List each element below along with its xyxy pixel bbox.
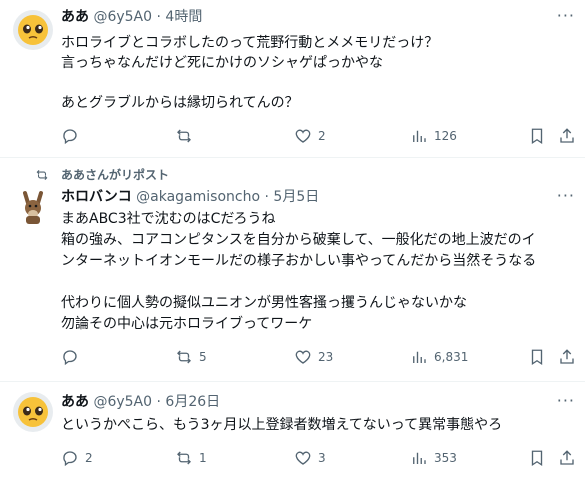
repost-icon [177, 129, 191, 143]
post-text-line: というかぺこら、もう3ヶ月以上登録者数増えてないって異常事態やろ [61, 417, 503, 433]
reply-icon [63, 129, 77, 145]
like-icon [295, 350, 311, 364]
donkey-avatar [13, 187, 53, 227]
more-icon[interactable]: ··· [557, 186, 575, 205]
post-text-line: まあABC3社で沈むのはCだろうね [61, 211, 276, 227]
views-button[interactable]: 6,831 [410, 348, 468, 366]
post-text-line: 言っちゃなんだけど死にかけのソシャゲぱっかやな [61, 55, 383, 71]
repost-icon [177, 350, 191, 364]
share-icon [560, 128, 574, 143]
repost-button[interactable]: 1 [175, 449, 207, 467]
reply-button[interactable]: 2 [61, 449, 93, 467]
views-button[interactable]: 126 [410, 127, 457, 145]
pleading-face-emoji [13, 392, 53, 432]
separator-dot: · [156, 394, 161, 410]
share-button[interactable] [558, 449, 576, 467]
bookmark-icon [531, 450, 543, 467]
post-time[interactable]: 4時間 [165, 9, 202, 25]
views-icon [413, 130, 426, 142]
share-icon [560, 450, 574, 465]
pleading-face-emoji [13, 10, 53, 50]
avatar[interactable] [13, 10, 53, 50]
like-button[interactable]: 2 [294, 127, 326, 145]
post-header: ホロバンコ @akagamisoncho · 5月5日 [61, 188, 319, 206]
post-1[interactable]: ああ @6y5A0 · 4時間 ··· ホロライブとコラボしたのって荒野行動とメ… [0, 0, 585, 156]
post-text-line: 代わりに個人勢の擬似ユニオンが男性客搔っ攫うんじゃないかな [61, 295, 467, 311]
views-icon [413, 351, 426, 363]
bookmark-icon [531, 128, 543, 145]
avatar[interactable] [13, 187, 53, 227]
post-text-line: 勿論その中心は元ホロライブってワーケ [61, 316, 313, 332]
bookmark-button[interactable] [528, 449, 546, 467]
post-text-line: ホロライブとコラボしたのって荒野行動とメメモリだっけ？ [61, 35, 439, 51]
reply-button[interactable] [61, 127, 85, 145]
like-button[interactable]: 3 [294, 449, 326, 467]
repost-banner[interactable]: ああさんがリポスト [35, 166, 169, 183]
post-time[interactable]: 5月5日 [273, 189, 319, 205]
reply-icon [63, 451, 77, 467]
repost-banner-label: ああさんがリポスト [61, 168, 170, 182]
user-handle[interactable]: @6y5A0 [93, 394, 152, 410]
post-time[interactable]: 6月26日 [165, 394, 220, 410]
repost-icon [36, 169, 48, 180]
bookmark-button[interactable] [528, 127, 546, 145]
views-button[interactable]: 353 [410, 449, 457, 467]
user-handle[interactable]: @akagamisoncho [136, 189, 260, 205]
like-icon [295, 451, 311, 465]
repost-button[interactable]: 5 [175, 348, 207, 366]
post-2[interactable]: ああさんがリポスト ホロバンコ @akagamisoncho · 5月5日 ··… [0, 158, 585, 380]
reply-icon [63, 350, 77, 366]
share-button[interactable] [558, 127, 576, 145]
more-icon[interactable]: ··· [557, 391, 575, 410]
reply-button[interactable] [61, 348, 85, 366]
post-3[interactable]: ああ @6y5A0 · 6月26日 ··· というかぺこら、もう3ヶ月以上登録者… [0, 382, 585, 477]
views-icon [413, 452, 426, 464]
user-handle[interactable]: @6y5A0 [93, 9, 152, 25]
avatar[interactable] [13, 392, 53, 432]
more-icon[interactable]: ··· [557, 6, 575, 25]
post-text-line: あとグラブルからは縁切られてんの？ [61, 95, 299, 111]
like-icon [295, 129, 311, 143]
share-button[interactable] [558, 348, 576, 366]
bookmark-button[interactable] [528, 348, 546, 366]
like-button[interactable]: 23 [294, 348, 333, 366]
post-text-line: ンターネットイオンモールだの様子おかしい事やってんだから当然そうなる [61, 253, 537, 269]
display-name[interactable]: ホロバンコ [61, 189, 132, 205]
separator-dot: · [156, 9, 161, 25]
display-name[interactable]: ああ [61, 9, 89, 25]
share-icon [560, 349, 574, 364]
post-text-line: 箱の強み、コアコンピタンスを自分から破棄して、一般化だの地上波だのイ [61, 232, 536, 248]
repost-icon [177, 451, 191, 465]
bookmark-icon [531, 349, 543, 366]
repost-button[interactable] [175, 127, 199, 145]
separator-dot: · [264, 189, 269, 205]
display-name[interactable]: ああ [61, 394, 89, 410]
post-header: ああ @6y5A0 · 4時間 [61, 8, 202, 26]
post-header: ああ @6y5A0 · 6月26日 [61, 393, 220, 411]
